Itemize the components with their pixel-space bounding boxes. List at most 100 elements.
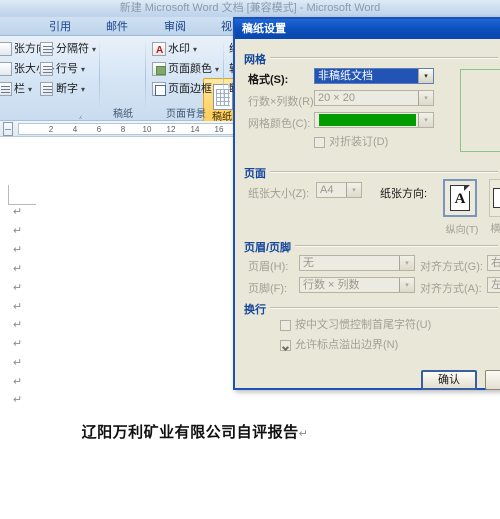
paragraph-mark: ↵ [13, 282, 23, 294]
paragraph-mark: ↵ [13, 394, 23, 406]
ribbon-item-line-numbers[interactable]: 行号 ▾ [40, 60, 85, 78]
header-footer-section-legend: 页眉/页脚 [244, 239, 296, 255]
chevron-down-icon[interactable]: ▾ [418, 69, 433, 83]
ruler-tick-label: 14 [190, 125, 200, 134]
line-break-section: 换行 按中文习惯控制首尾字符(U) 允许标点溢出边界(N) [244, 301, 498, 351]
footer-align-label: 对齐方式(A): [420, 283, 482, 295]
ruler-tick-label: 2 [48, 125, 54, 134]
punctuation-overflow-label: 允许标点溢出边界(N) [295, 339, 399, 351]
header-align-label: 对齐方式(G): [420, 261, 483, 273]
chevron-down-icon[interactable]: ▾ [399, 278, 414, 292]
paragraph-mark: ↵ [13, 319, 23, 331]
page-section: 页面 纸张大小(Z): A4 ▾ 纸张方向: A 纵向(T) A 横向(S) [244, 165, 500, 236]
rows-cols-dropdown[interactable]: 20 × 20 ▾ [314, 90, 434, 106]
chevron-down-icon[interactable]: ▾ [418, 113, 433, 127]
format-value: 非稿纸文档 [315, 69, 418, 83]
header-dropdown[interactable]: 无 ▾ [299, 255, 415, 271]
group-separator [145, 40, 146, 112]
grid-color-swatch [319, 114, 416, 126]
format-label: 格式(S): [248, 74, 289, 86]
ribbon-group-label-page-setup: 置 [0, 105, 22, 120]
chevron-down-icon: ▾ [215, 65, 220, 74]
grid-section-legend: 网格 [244, 51, 270, 67]
ribbon-group-page-setup: 张方向▾ 张大小▾ 栏▾ 分隔符▾ 行号▾ 断字▾ 置 [0, 36, 100, 121]
paper-size-dropdown[interactable]: A4 ▾ [316, 182, 362, 198]
page-setup-dialog-launcher[interactable]: ⁁ [76, 110, 85, 119]
tab-review[interactable]: 审阅 [159, 18, 191, 36]
tab-mailings[interactable]: 邮件 [101, 18, 133, 36]
checkbox-box [280, 320, 291, 331]
grid-paper-settings-dialog: 稿纸设置 网格 格式(S): 非稿纸文档 ▾ 行数×列数(R): 20 × 20… [233, 17, 500, 390]
columns-icon [0, 82, 12, 96]
grid-color-dropdown[interactable]: ▾ [314, 112, 434, 128]
section-divider [244, 171, 498, 173]
paper-size-label: 纸张大小(Z): [248, 188, 310, 200]
tab-references[interactable]: 引用 [44, 18, 76, 36]
page-border-icon [152, 82, 166, 96]
ruler-tick-label: 16 [214, 125, 224, 134]
portrait-caption: 纵向(T) [445, 225, 479, 236]
chevron-down-icon: ▾ [92, 45, 97, 54]
ok-button[interactable]: 确认 [421, 370, 477, 390]
watermark-icon [152, 42, 166, 60]
dialog-titlebar[interactable]: 稿纸设置 [235, 19, 500, 39]
ruler-tick-label: 4 [72, 125, 78, 134]
page-size-icon [0, 62, 12, 76]
orientation-landscape-button[interactable]: A 横向(S) [489, 179, 500, 235]
ribbon-item-page-borders[interactable]: 页面边框 [152, 80, 212, 98]
document-heading[interactable]: 辽阳万利矿业有限公司自评报告↵ [0, 421, 390, 442]
header-align-dropdown[interactable]: 右 ▾ [487, 255, 500, 271]
ribbon-group-label-page-background: 页面背景 [166, 109, 206, 120]
document-heading-text: 辽阳万利矿业有限公司自评报告 [81, 423, 299, 441]
group-separator [223, 40, 224, 112]
ruler-tick-label: 8 [120, 125, 126, 134]
ribbon-item-watermark[interactable]: 水印▾ [152, 40, 198, 60]
chinese-kinsoku-label: 按中文习惯控制首尾字符(U) [295, 319, 432, 331]
chevron-down-icon[interactable]: ▾ [418, 91, 433, 105]
checkbox-box [314, 137, 325, 148]
ribbon-item-columns[interactable]: 栏 ▾ [0, 80, 32, 98]
orientation-portrait-button[interactable]: A 纵向(T) [443, 179, 478, 236]
chevron-down-icon[interactable]: ▾ [399, 256, 414, 270]
footer-dropdown[interactable]: 行数 × 列数 ▾ [299, 277, 415, 293]
landscape-page-icon: A [493, 188, 500, 208]
hyphenation-icon [40, 82, 53, 96]
indent-marker[interactable] [3, 122, 13, 136]
format-dropdown[interactable]: 非稿纸文档 ▾ [314, 68, 434, 84]
chevron-down-icon: ▾ [81, 85, 86, 94]
chevron-down-icon[interactable]: ▾ [346, 183, 361, 197]
text-boundary-marker [8, 185, 36, 205]
chevron-down-icon: ▾ [193, 45, 198, 54]
paragraph-mark: ↵ [13, 338, 23, 350]
paragraph-mark: ↵ [13, 206, 23, 218]
portrait-page-icon: A [450, 185, 470, 211]
page-section-legend: 页面 [244, 165, 270, 181]
landscape-caption: 横向(S) [490, 224, 500, 235]
chevron-down-icon: ▾ [28, 85, 33, 94]
ribbon-group-page-background: 水印▾ 页面颜色▾ 页面边框 页面背景 [148, 36, 224, 121]
ribbon-group-label-grid-paper: 稿纸 [113, 109, 133, 120]
ribbon-item-hyphenation[interactable]: 断字 ▾ [40, 80, 85, 98]
paper-size-value: A4 [320, 184, 334, 196]
paper-orientation-label: 纸张方向: [380, 188, 428, 200]
line-numbers-icon [40, 62, 53, 76]
ribbon-item-breaks[interactable]: 分隔符 ▾ [40, 40, 96, 58]
checkbox-box [280, 340, 291, 351]
ruler-tick-label: 12 [166, 125, 176, 134]
footer-align-dropdown[interactable]: 左 ▾ [487, 277, 500, 293]
rows-cols-value: 20 × 20 [318, 92, 356, 104]
paragraph-mark: ↵ [13, 263, 23, 275]
paragraph-mark: ↵ [13, 301, 23, 313]
paragraph-mark: ↵ [13, 357, 23, 369]
header-footer-section: 页眉/页脚 页眉(H): 无 ▾ 对齐方式(G): 右 ▾ 页脚(F): 行数 … [244, 239, 500, 295]
ribbon-item-page-color[interactable]: 页面颜色 ▾ [152, 60, 219, 78]
footer-label: 页脚(F): [248, 283, 288, 295]
cancel-button[interactable]: 取消 [485, 370, 500, 390]
grid-color-label: 网格颜色(C): [248, 118, 311, 130]
line-break-section-legend: 换行 [244, 301, 270, 317]
page-orientation-icon [0, 42, 12, 56]
page-color-icon [152, 62, 166, 76]
header-label: 页眉(H): [248, 261, 289, 273]
paragraph-mark: ↵ [298, 427, 309, 440]
paragraph-mark: ↵ [13, 225, 23, 237]
